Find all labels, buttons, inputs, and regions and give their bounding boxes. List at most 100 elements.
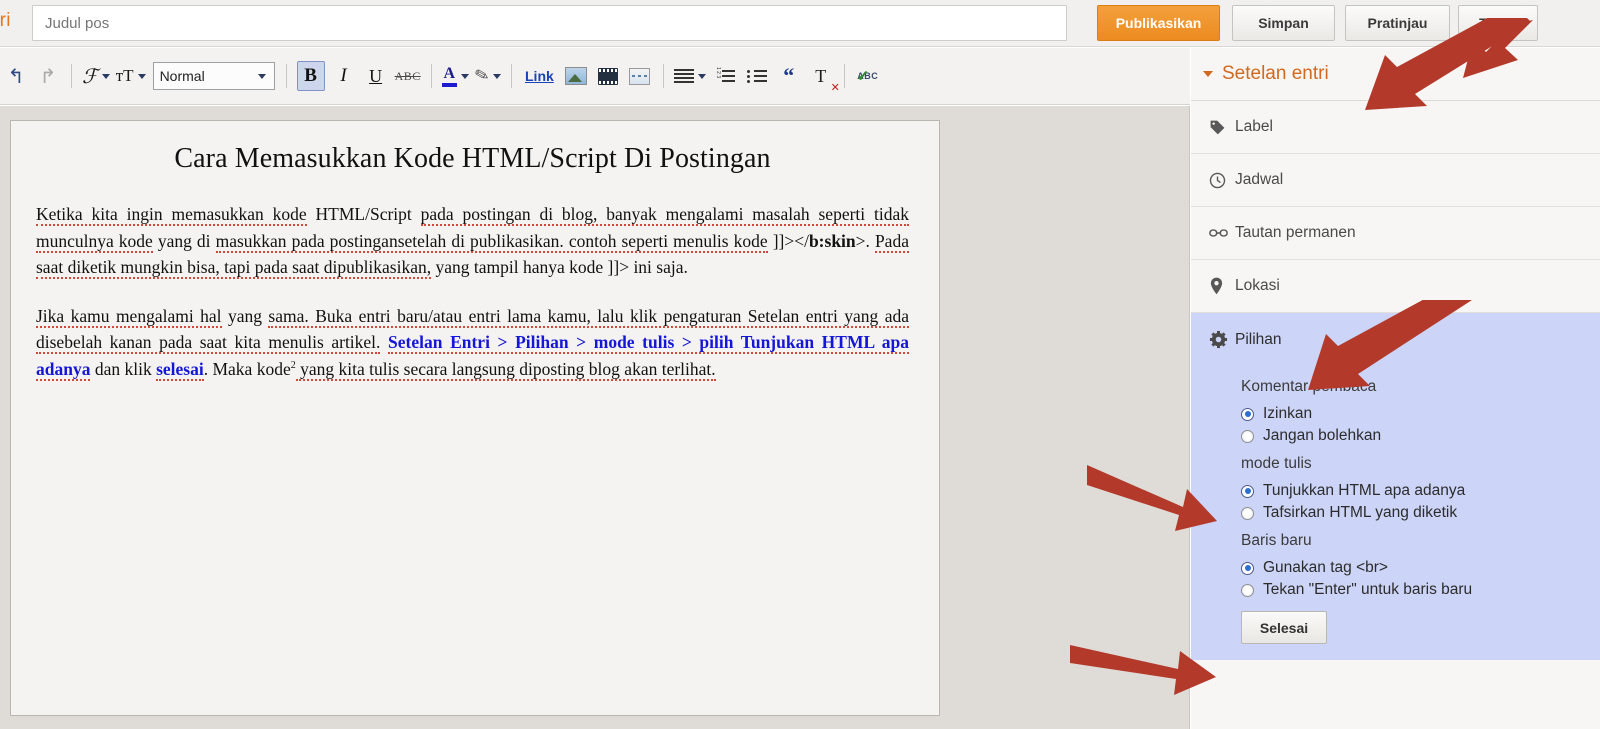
paragraph-format-select[interactable]: Normal: [152, 62, 275, 90]
editor-canvas: Cara Memasukkan Kode HTML/Script Di Post…: [0, 106, 1190, 729]
highlighter-icon: ✎: [472, 64, 492, 87]
bullet-list-button[interactable]: [744, 61, 770, 91]
post-settings-sidebar: Setelan entri Label Jadwal Tautan perman…: [1191, 48, 1600, 729]
pilihan-options-panel: Komentar pembaca Izinkan Jangan bolehkan…: [1191, 366, 1600, 660]
sidebar-item-label-text: Label: [1235, 118, 1273, 135]
paragraph-format-value: Normal: [159, 68, 205, 84]
bold-button[interactable]: B: [296, 61, 325, 91]
chevron-down-icon: [1203, 71, 1213, 77]
radio-indicator: [1241, 506, 1254, 520]
sidebar-header[interactable]: Setelan entri: [1191, 48, 1600, 101]
newline-group-label: Baris baru: [1241, 532, 1312, 549]
radio-newline-br-tag[interactable]: Gunakan tag <br>: [1191, 557, 1600, 579]
chevron-down-icon: [697, 73, 706, 79]
close-button[interactable]: Tutup: [1458, 5, 1538, 41]
post-content: Cara Memasukkan Kode HTML/Script Di Post…: [11, 121, 939, 383]
radio-indicator: [1241, 484, 1254, 498]
formatting-toolbar: ↰ ↱ ℱ тT Normal B I U ABC A ✎ Link “: [0, 48, 1190, 105]
toolbar-divider: [843, 64, 845, 88]
strikethrough-button[interactable]: ABC: [395, 61, 421, 91]
insert-image-button[interactable]: [563, 61, 589, 91]
clock-icon: [1209, 172, 1235, 189]
insert-jumpbreak-button[interactable]: [627, 61, 653, 91]
radio-newline-enter-label: Tekan "Enter" untuk baris baru: [1263, 581, 1473, 598]
align-icon: [673, 69, 694, 83]
redo-icon[interactable]: ↱: [35, 61, 61, 91]
text-color-icon: A: [441, 65, 457, 87]
sidebar-item-jadwal[interactable]: Jadwal: [1191, 154, 1600, 207]
chevron-down-icon: [493, 73, 501, 79]
film-icon: [597, 67, 618, 85]
save-button[interactable]: Simpan: [1232, 5, 1335, 41]
chevron-down-icon: [257, 73, 266, 79]
paragraph-2: Jika kamu mengalami hal yang sama. Buka …: [36, 305, 910, 381]
radio-indicator: [1241, 429, 1254, 443]
sidebar-item-label[interactable]: Label: [1191, 101, 1600, 154]
brand-label-cut: tri: [0, 10, 11, 31]
toolbar-divider: [430, 64, 432, 88]
sidebar-item-permalink-text: Tautan permanen: [1235, 224, 1356, 241]
spellcheck-button[interactable]: ABC: [855, 61, 881, 91]
radio-comments-allow[interactable]: Izinkan: [1191, 403, 1600, 425]
font-family-button[interactable]: ℱ: [82, 61, 110, 91]
radio-indicator: [1241, 407, 1254, 421]
sidebar-item-lokasi-text: Lokasi: [1235, 277, 1280, 294]
radio-mode-show-html[interactable]: Tunjukkan HTML apa adanya: [1191, 480, 1600, 502]
comments-group-label: Komentar pembaca: [1241, 378, 1377, 395]
radio-mode-interpret-html-label: Tafsirkan HTML yang diketik: [1263, 504, 1458, 521]
undo-icon[interactable]: ↰: [3, 61, 29, 91]
toolbar-divider: [71, 64, 72, 88]
bullet-list-icon: [746, 69, 767, 84]
radio-comments-disallow[interactable]: Jangan bolehkan: [1191, 425, 1600, 447]
tag-icon: [1209, 119, 1235, 136]
highlight-color-button[interactable]: ✎: [472, 61, 501, 91]
done-button[interactable]: Selesai: [1241, 611, 1327, 644]
chevron-down-icon: [137, 73, 146, 79]
sidebar-item-jadwal-text: Jadwal: [1235, 171, 1284, 188]
radio-newline-enter[interactable]: Tekan "Enter" untuk baris baru: [1191, 579, 1600, 601]
sidebar-item-permalink[interactable]: Tautan permanen: [1191, 207, 1600, 260]
toolbar-divider: [511, 64, 512, 88]
paragraph-1: Ketika kita ingin memasukkan kode HTML/S…: [36, 204, 909, 280]
sidebar-item-lokasi[interactable]: Lokasi: [1191, 260, 1600, 313]
jump-break-icon: [629, 67, 651, 85]
mode-group-label: mode tulis: [1241, 455, 1312, 472]
radio-indicator: [1241, 583, 1254, 597]
alignment-button[interactable]: [673, 61, 706, 91]
post-title-input[interactable]: [32, 5, 1067, 41]
sidebar-item-pilihan[interactable]: Pilihan: [1191, 313, 1600, 366]
insert-video-button[interactable]: [595, 61, 621, 91]
publish-button[interactable]: Publikasikan: [1097, 5, 1220, 41]
sidebar-header-title: Setelan entri: [1222, 63, 1329, 84]
italic-button[interactable]: I: [331, 61, 357, 91]
chevron-down-icon: [460, 73, 469, 79]
numbered-list-button[interactable]: [712, 61, 738, 91]
radio-comments-allow-label: Izinkan: [1263, 405, 1313, 422]
image-icon: [564, 67, 587, 85]
font-size-button[interactable]: тT: [116, 61, 146, 91]
insert-link-button[interactable]: Link: [522, 61, 557, 91]
numbered-list-icon: [715, 67, 735, 84]
blogger-post-editor: tri Publikasikan Simpan Pratinjau Tutup …: [0, 0, 1600, 729]
remove-formatting-button[interactable]: T: [808, 61, 839, 95]
sidebar-item-pilihan-text: Pilihan: [1235, 330, 1282, 348]
underline-button[interactable]: U: [363, 61, 389, 91]
toolbar-divider: [285, 64, 287, 88]
radio-comments-disallow-label: Jangan bolehkan: [1263, 427, 1382, 444]
radio-mode-show-html-label: Tunjukkan HTML apa adanya: [1263, 482, 1466, 499]
post-body-editor[interactable]: Cara Memasukkan Kode HTML/Script Di Post…: [10, 120, 940, 716]
top-bar: tri Publikasikan Simpan Pratinjau Tutup: [0, 0, 1600, 47]
radio-mode-interpret-html[interactable]: Tafsirkan HTML yang diketik: [1191, 502, 1600, 524]
radio-newline-br-tag-label: Gunakan tag <br>: [1263, 559, 1388, 576]
link-icon: [1209, 226, 1235, 240]
toolbar-divider: [662, 64, 664, 88]
preview-button[interactable]: Pratinjau: [1345, 5, 1450, 41]
blockquote-button[interactable]: “: [776, 61, 802, 91]
gear-icon: [1209, 330, 1235, 349]
chevron-down-icon: [101, 73, 110, 79]
post-heading-text: Cara Memasukkan Kode HTML/Script Di Post…: [174, 143, 771, 174]
location-pin-icon: [1209, 277, 1235, 295]
post-heading: Cara Memasukkan Kode HTML/Script Di Post…: [36, 143, 909, 175]
radio-indicator: [1241, 561, 1254, 575]
text-color-button[interactable]: A: [441, 61, 469, 91]
